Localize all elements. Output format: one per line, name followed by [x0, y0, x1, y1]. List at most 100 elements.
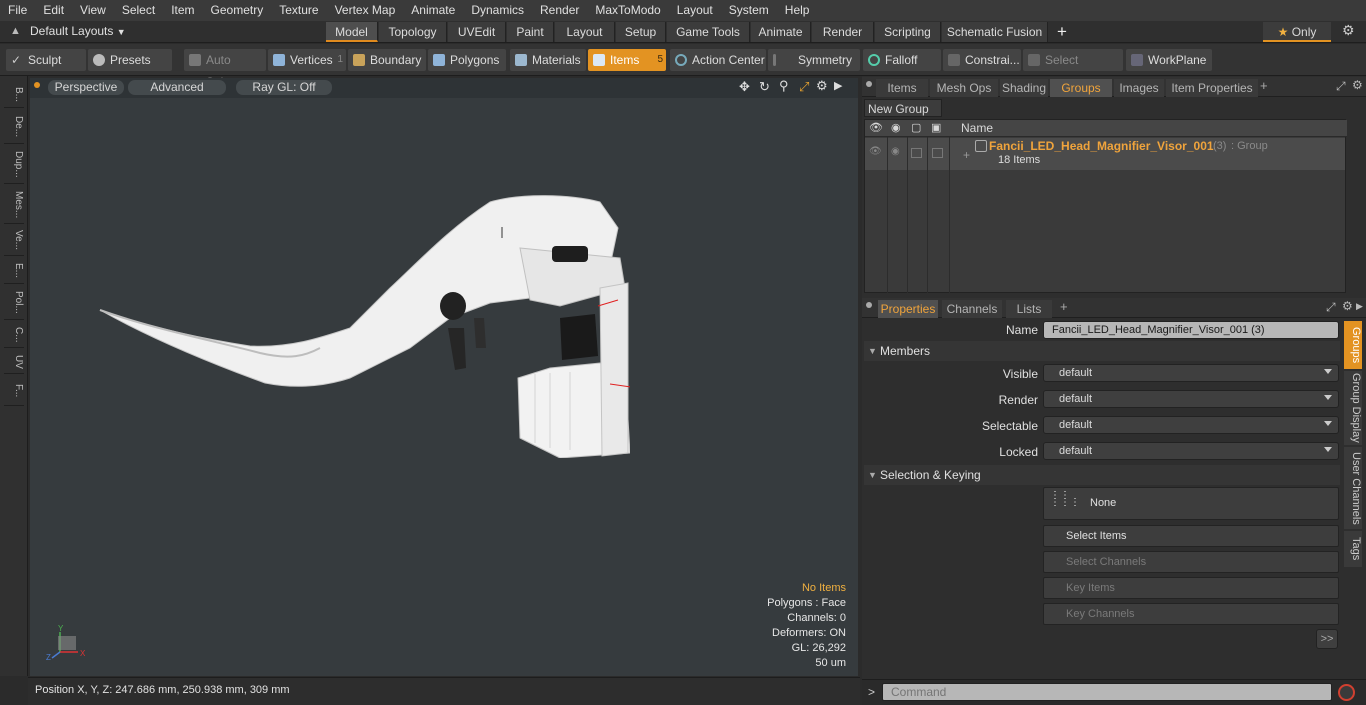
side-tab-groups[interactable]: Groups	[1344, 321, 1362, 369]
vertices-button[interactable]: Vertices 1	[268, 49, 346, 71]
expand-panel-icon[interactable]: ⤢	[1326, 300, 1336, 315]
add-tab-button[interactable]: +	[1057, 21, 1067, 42]
tab-paint[interactable]: Paint	[507, 22, 554, 42]
none-button[interactable]: ⋮⋮ ⋮⋮⋮ None	[1043, 487, 1339, 520]
side-tab-tags[interactable]: Tags	[1344, 531, 1362, 567]
auto-select-button[interactable]: Auto Select	[184, 49, 266, 89]
menu-view[interactable]: View	[72, 0, 114, 21]
lock-col-icon[interactable]: ▢	[911, 121, 921, 134]
key-items-button[interactable]: Key Items	[1043, 577, 1339, 599]
menu-render[interactable]: Render	[532, 0, 587, 21]
left-tab-polygon[interactable]: Pol...	[4, 286, 24, 320]
side-tab-group-display[interactable]: Group Display	[1344, 371, 1362, 445]
3d-viewport[interactable]: Perspective Advanced Ray GL: Off ✥ ↻ ⚲ ⤢…	[30, 78, 858, 676]
panel-gear-icon[interactable]: ⚙	[1352, 78, 1363, 92]
menu-texture[interactable]: Texture	[271, 0, 326, 21]
add-tab-icon[interactable]: +	[1260, 78, 1268, 93]
left-tab-mesh[interactable]: Mes...	[4, 186, 24, 224]
left-tab-edge[interactable]: E...	[4, 258, 24, 284]
selection-keying-section[interactable]: ▼ Selection & Keying	[864, 465, 1340, 485]
default-layouts-dropdown[interactable]: Default Layouts ▼	[30, 21, 126, 42]
viewport-settings-icon[interactable]: ⚙	[816, 78, 828, 94]
items-button[interactable]: Items 5	[588, 49, 666, 71]
panel-arrow-icon[interactable]: ▶	[1356, 301, 1363, 312]
falloff-button[interactable]: Falloff	[863, 49, 941, 71]
menu-maxtomodo[interactable]: MaxToModo	[587, 0, 668, 21]
polygons-button[interactable]: Polygons	[428, 49, 506, 71]
menu-system[interactable]: System	[721, 0, 777, 21]
tab-game-tools[interactable]: Game Tools	[667, 22, 750, 42]
panel-menu-icon[interactable]	[866, 81, 872, 87]
presets-button[interactable]: Presets	[88, 49, 172, 71]
constraints-button[interactable]: Constrai...	[943, 49, 1021, 71]
expand-icon[interactable]: +	[963, 148, 970, 162]
expand-panel-icon[interactable]: ⤢	[1336, 79, 1346, 94]
more-button[interactable]: >>	[1316, 629, 1338, 649]
tab-groups[interactable]: Groups	[1050, 79, 1112, 97]
magnifier-visor-model[interactable]	[90, 188, 630, 458]
tab-setup[interactable]: Setup	[616, 22, 666, 42]
tab-uvedit[interactable]: UVEdit	[448, 22, 506, 42]
tab-model[interactable]: Model	[326, 22, 378, 42]
left-tab-fusion[interactable]: F...	[4, 376, 24, 406]
tab-lists[interactable]: Lists	[1006, 300, 1052, 318]
left-tab-duplicate[interactable]: Dup...	[4, 146, 24, 184]
select-channels-button[interactable]: Select Channels	[1043, 551, 1339, 573]
tab-schematic-fusion[interactable]: Schematic Fusion	[942, 22, 1048, 42]
tab-channels[interactable]: Channels	[942, 300, 1002, 318]
menu-help[interactable]: Help	[777, 0, 818, 21]
eye-icon[interactable]: 👁	[869, 121, 883, 134]
fit-view-icon[interactable]: ⤢	[799, 79, 809, 95]
menu-animate[interactable]: Animate	[403, 0, 463, 21]
viewport-menu-icon[interactable]	[34, 82, 40, 88]
new-group-button[interactable]: New Group	[864, 99, 942, 117]
menu-vertex-map[interactable]: Vertex Map	[327, 0, 404, 21]
render-toggle-icon[interactable]: ◉	[891, 146, 900, 157]
rotate-view-icon[interactable]: ↻	[759, 79, 770, 95]
tab-scripting[interactable]: Scripting	[875, 22, 941, 42]
left-tab-uv[interactable]: UV	[4, 350, 24, 374]
command-input[interactable]	[882, 683, 1332, 701]
menu-item[interactable]: Item	[163, 0, 202, 21]
tab-topology[interactable]: Topology	[379, 22, 447, 42]
select-toggle[interactable]	[932, 148, 943, 158]
gear-icon[interactable]: ⚙	[1342, 22, 1355, 39]
select-through-button[interactable]: Select Through	[1023, 49, 1123, 89]
menu-dynamics[interactable]: Dynamics	[463, 0, 532, 21]
tab-items[interactable]: Items	[876, 79, 928, 97]
boundary-button[interactable]: Boundary	[348, 49, 426, 71]
group-row[interactable]: 👁 ◉ + Fancii_LED_Head_Magnifier_Visor_00…	[865, 138, 1345, 170]
tab-images[interactable]: Images	[1114, 79, 1164, 97]
select-col-icon[interactable]: ▣	[931, 121, 941, 134]
tab-properties[interactable]: Properties	[878, 300, 938, 318]
layout-collapse-icon[interactable]: ▲	[10, 25, 21, 37]
visible-dropdown[interactable]: default	[1043, 364, 1339, 382]
render-dropdown[interactable]: default	[1043, 390, 1339, 408]
record-icon[interactable]	[1338, 684, 1355, 701]
properties-menu-icon[interactable]	[866, 302, 872, 308]
members-section[interactable]: ▼ Members	[864, 341, 1340, 361]
tab-render[interactable]: Render	[812, 22, 874, 42]
perspective-button[interactable]: Perspective	[48, 80, 124, 95]
menu-file[interactable]: File	[0, 0, 35, 21]
side-tab-user-channels[interactable]: User Channels	[1344, 447, 1362, 529]
left-tab-basic[interactable]: B...	[4, 82, 24, 108]
workplane-button[interactable]: WorkPlane	[1126, 49, 1212, 71]
left-tab-vertex[interactable]: Ve...	[4, 226, 24, 256]
lock-toggle[interactable]	[911, 148, 922, 158]
left-tab-curve[interactable]: C...	[4, 322, 24, 348]
panel-gear-icon[interactable]: ⚙	[1342, 299, 1353, 313]
visibility-toggle-icon[interactable]: 👁	[869, 146, 882, 157]
tab-shading[interactable]: Shading	[1000, 79, 1048, 97]
menu-layout[interactable]: Layout	[669, 0, 721, 21]
add-tab-icon[interactable]: +	[1060, 299, 1068, 314]
menu-geometry[interactable]: Geometry	[203, 0, 272, 21]
raygl-button[interactable]: Ray GL: Off	[236, 80, 332, 95]
menu-select[interactable]: Select	[114, 0, 163, 21]
advanced-button[interactable]: Advanced	[128, 80, 226, 95]
select-items-button[interactable]: Select Items	[1043, 525, 1339, 547]
viewport-expand-icon[interactable]: ▶	[834, 79, 842, 92]
menu-edit[interactable]: Edit	[35, 0, 72, 21]
tab-layout[interactable]: Layout	[555, 22, 615, 42]
only-toggle[interactable]: ★ Only	[1263, 22, 1331, 42]
